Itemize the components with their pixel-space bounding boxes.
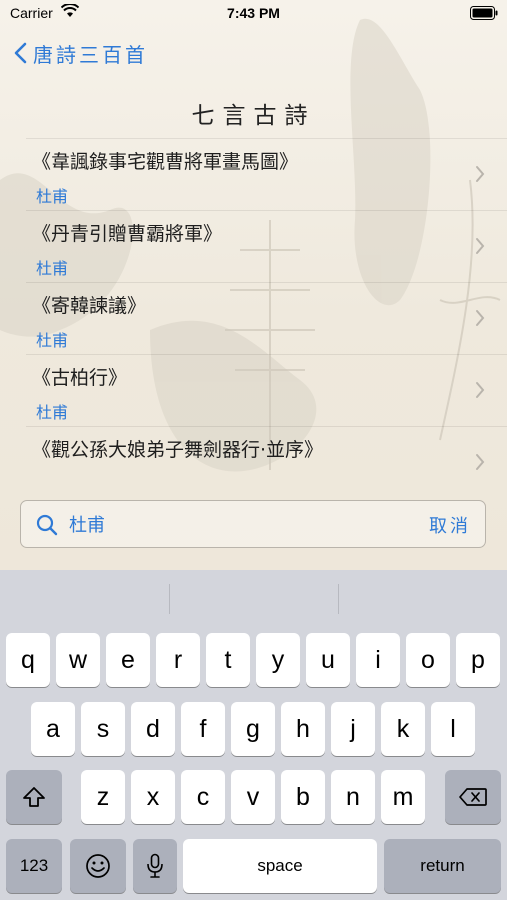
emoji-key[interactable] [70, 839, 126, 893]
key-k[interactable]: k [381, 702, 425, 756]
back-button-label: 唐詩三百首 [33, 42, 148, 67]
status-time: 7:43 PM [227, 5, 280, 21]
delete-icon [459, 788, 487, 806]
key-a[interactable]: a [31, 702, 75, 756]
battery-icon [470, 6, 498, 23]
delete-key[interactable] [445, 770, 501, 824]
poem-row[interactable]: 《觀公孫大娘弟子舞劍器行·並序》 [26, 426, 507, 498]
key-c[interactable]: c [181, 770, 225, 824]
chevron-right-icon [476, 310, 485, 326]
key-r[interactable]: r [156, 633, 200, 687]
poem-title: 《丹青引贈曹霸將軍》 [32, 223, 223, 245]
key-u[interactable]: u [306, 633, 350, 687]
key-g[interactable]: g [231, 702, 275, 756]
keyboard: q w e r t y u i o p a s d f g h j k l z … [0, 570, 507, 900]
search-input[interactable] [69, 511, 399, 537]
shift-key[interactable] [6, 770, 62, 824]
chevron-right-icon [476, 454, 485, 470]
key-e[interactable]: e [106, 633, 150, 687]
cancel-button[interactable]: 取消 [429, 512, 471, 538]
page-title: 七言古詩 [191, 103, 316, 129]
poem-list: 《韋諷錄事宅觀曹將軍畫馬圖》 杜甫 《丹青引贈曹霸將軍》 杜甫 《寄韓諫議》 杜… [26, 138, 507, 498]
key-m[interactable]: m [381, 770, 425, 824]
suggestion-divider [169, 584, 170, 614]
key-v[interactable]: v [231, 770, 275, 824]
key-b[interactable]: b [281, 770, 325, 824]
poem-author: 杜甫 [36, 187, 69, 206]
poem-row[interactable]: 《寄韓諫議》 杜甫 [26, 282, 507, 354]
poem-row[interactable]: 《古柏行》 杜甫 [26, 354, 507, 426]
search-bar: 取消 [20, 500, 486, 548]
chevron-right-icon [476, 382, 485, 398]
key-n[interactable]: n [331, 770, 375, 824]
poem-title: 《古柏行》 [32, 367, 128, 389]
key-j[interactable]: j [331, 702, 375, 756]
poem-row[interactable]: 《丹青引贈曹霸將軍》 杜甫 [26, 210, 507, 282]
poem-title: 《韋諷錄事宅觀曹將軍畫馬圖》 [32, 151, 299, 173]
poem-author: 杜甫 [36, 403, 69, 422]
space-key[interactable]: space [183, 839, 377, 893]
return-key[interactable]: return [384, 839, 501, 893]
chevron-left-icon [14, 42, 27, 64]
key-q[interactable]: q [6, 633, 50, 687]
key-w[interactable]: w [56, 633, 100, 687]
suggestion-divider [338, 584, 339, 614]
poem-title: 《寄韓諫議》 [32, 295, 147, 317]
back-button[interactable]: 唐詩三百首 [14, 38, 148, 68]
dictation-key[interactable] [133, 839, 177, 893]
search-icon [36, 514, 58, 536]
key-p[interactable]: p [456, 633, 500, 687]
chevron-right-icon [476, 166, 485, 182]
suggestion-bar [0, 570, 507, 618]
key-f[interactable]: f [181, 702, 225, 756]
poem-author: 杜甫 [36, 331, 69, 350]
numbers-key[interactable]: 123 [6, 839, 62, 893]
key-z[interactable]: z [81, 770, 125, 824]
chevron-right-icon [476, 238, 485, 254]
key-y[interactable]: y [256, 633, 300, 687]
key-h[interactable]: h [281, 702, 325, 756]
shift-icon [23, 787, 45, 807]
poem-title: 《觀公孫大娘弟子舞劍器行·並序》 [32, 439, 324, 461]
key-l[interactable]: l [431, 702, 475, 756]
key-t[interactable]: t [206, 633, 250, 687]
emoji-icon [86, 854, 110, 878]
key-d[interactable]: d [131, 702, 175, 756]
key-i[interactable]: i [356, 633, 400, 687]
status-bar: Carrier 7:43 PM [0, 0, 507, 28]
key-x[interactable]: x [131, 770, 175, 824]
poem-row[interactable]: 《韋諷錄事宅觀曹將軍畫馬圖》 杜甫 [26, 138, 507, 210]
poem-author: 杜甫 [36, 259, 69, 278]
key-s[interactable]: s [81, 702, 125, 756]
key-o[interactable]: o [406, 633, 450, 687]
microphone-icon [147, 853, 163, 878]
